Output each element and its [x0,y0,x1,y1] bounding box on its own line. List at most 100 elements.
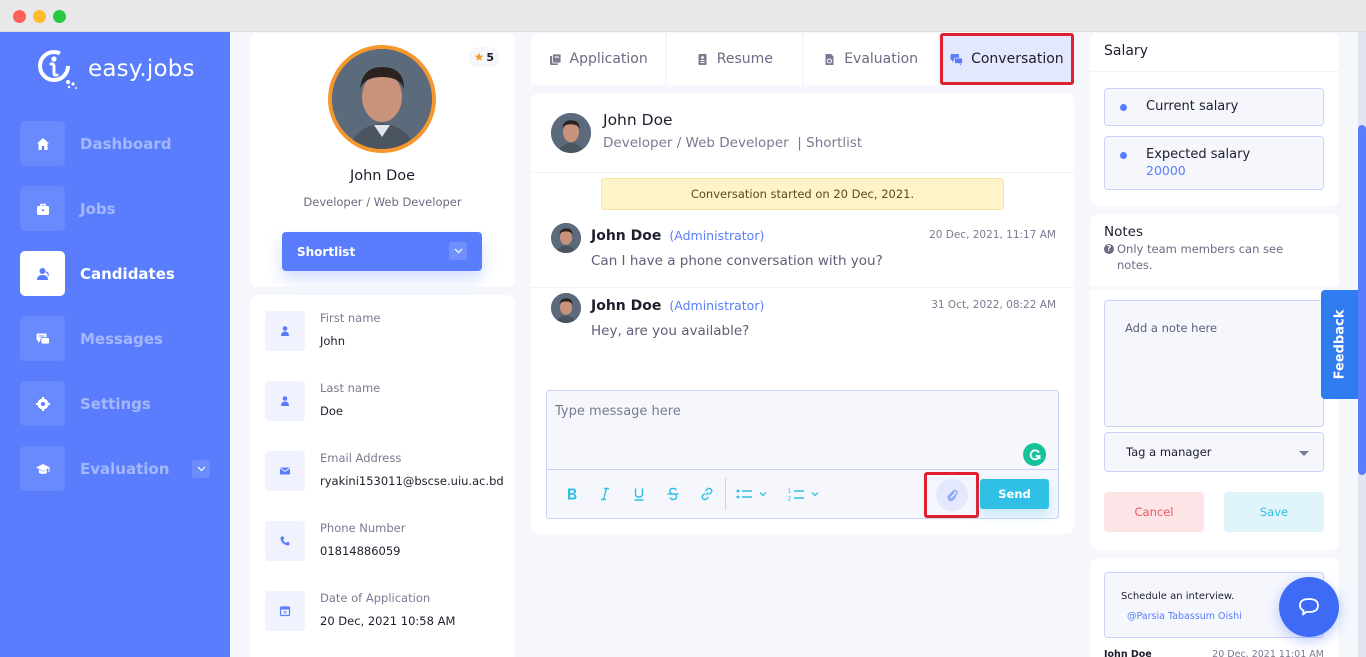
envelope-icon [280,467,290,475]
sidebar: easy.jobs Dashboard Jobs Candidates Mess… [0,32,230,657]
conversation-started-notice: Conversation started on 20 Dec, 2021. [601,178,1004,210]
salary-panel: Salary Current salary Expected salary 20… [1090,33,1339,206]
underline-icon [634,488,644,501]
note-mention[interactable]: @Parsia Tabassum Oishi [1127,611,1242,622]
message-avatar [551,223,581,253]
scrollbar-thumb[interactable] [1358,125,1366,475]
candidate-avatar [328,45,436,153]
brand-name: easy.jobs [88,56,195,82]
strikethrough-button[interactable] [662,483,684,505]
star-icon: ★ [473,50,485,64]
caret-down-icon [1299,451,1309,456]
feedback-label: Feedback [1332,309,1348,380]
tab-resume[interactable]: Resume [667,33,802,85]
sidebar-item-candidates[interactable]: Candidates [20,251,215,296]
message-timestamp: 20 Dec, 2021, 11:17 AM [929,229,1056,241]
info-row-first-name: First name John [265,311,380,351]
bullet-list-button[interactable] [735,483,769,505]
bullet-icon [1120,152,1127,159]
grammarly-icon[interactable] [1023,443,1046,466]
underline-button[interactable] [628,483,650,505]
sidebar-item-dashboard[interactable]: Dashboard [20,121,215,166]
tab-application[interactable]: Application [531,33,666,85]
tab-conversation[interactable]: Conversation [939,33,1074,85]
calendar-icon [279,606,291,617]
message-composer: 12 Send [546,390,1059,519]
message-author-role: (Administrator) [669,228,765,243]
document-icon [549,53,561,65]
save-button[interactable]: Save [1224,492,1324,532]
candidate-tabs: Application Resume Evaluation Conversati… [531,33,1074,85]
easyjobs-logo-icon [38,50,77,89]
chevron-down-icon [449,242,467,260]
chat-support-button[interactable] [1279,577,1339,637]
chevron-down-icon[interactable] [192,459,210,478]
notes-panel: Notes ? Only team members can see notes.… [1090,214,1339,550]
expected-salary-value: 20000 [1146,163,1186,178]
expected-salary-label: Expected salary [1146,147,1251,162]
tab-label: Resume [716,51,773,67]
italic-button[interactable] [594,483,616,505]
gear-icon [35,396,50,411]
bold-button[interactable] [561,483,583,505]
attach-file-button[interactable] [936,479,968,511]
conversation-header: John Doe Developer / Web Developer | Sho… [531,93,1074,173]
candidate-info-list: First name John Last name Doe Email Addres… [250,295,515,657]
conversation-panel: John Doe Developer / Web Developer | Sho… [531,93,1074,534]
italic-icon [601,487,609,501]
info-label: Date of Application [320,591,431,605]
info-label: Email Address [320,451,402,465]
speech-bubble-icon [1299,598,1319,616]
svg-text:1: 1 [788,488,792,495]
info-row-last-name: Last name Doe [265,381,380,421]
tab-evaluation[interactable]: Evaluation [803,33,938,85]
message-input[interactable] [547,391,1058,469]
message-timestamp: 31 Oct, 2022, 08:22 AM [931,299,1056,311]
candidate-name: John Doe [349,168,416,184]
message-avatar [551,293,581,323]
rating-badge: ★ 5 [467,47,500,67]
tab-label: Conversation [971,51,1064,67]
sidebar-item-messages[interactable]: Messages [20,316,215,361]
user-icon [281,396,289,406]
svg-text:2: 2 [788,496,792,503]
sidebar-item-settings[interactable]: Settings [20,381,215,426]
info-row-email: Email Address ryakini153011@bscse.uiu.ac.… [265,451,504,491]
note-date: 20 Dec, 2021 11:01 AM [1212,649,1324,657]
message-text: Hey, are you available? [591,323,750,339]
cancel-button[interactable]: Cancel [1104,492,1204,532]
chat-icon [36,333,50,344]
app-root: easy.jobs Dashboard Jobs Candidates Mess… [0,32,1366,657]
salary-title: Salary [1104,43,1148,59]
sidebar-item-jobs[interactable]: Jobs [20,186,215,231]
strikethrough-icon [667,487,679,501]
brand-logo[interactable]: easy.jobs [34,46,195,92]
minimize-window-button[interactable] [33,10,46,23]
sidebar-item-evaluation[interactable]: Evaluation [20,446,215,491]
message-author-role: (Administrator) [669,298,765,313]
bold-icon [568,488,577,500]
info-value: 20 Dec, 2021 10:58 AM [320,614,456,628]
send-button[interactable]: Send [980,479,1049,509]
tag-manager-dropdown[interactable]: Tag a manager [1104,432,1324,472]
notes-title: Notes [1104,224,1143,240]
note-input[interactable] [1104,300,1324,427]
close-window-button[interactable] [13,10,26,23]
current-salary-box: Current salary [1104,88,1324,126]
page-scrollbar[interactable] [1358,32,1366,657]
tag-manager-placeholder: Tag a manager [1126,445,1212,459]
home-icon [36,137,49,150]
feedback-tab[interactable]: Feedback [1321,290,1359,399]
graduation-cap-icon [35,463,50,474]
maximize-window-button[interactable] [53,10,66,23]
numbered-list-button[interactable]: 12 [787,483,821,505]
tab-label: Application [569,51,648,67]
phone-icon [280,536,290,546]
formatting-toolbar: 12 Send [547,469,1058,519]
status-value: Shortlist [297,244,356,259]
current-salary-label: Current salary [1146,99,1239,114]
status-dropdown[interactable]: Shortlist [282,232,482,271]
rating-value: 5 [486,50,494,64]
sidebar-item-label: Candidates [80,264,175,283]
link-button[interactable] [696,483,718,505]
